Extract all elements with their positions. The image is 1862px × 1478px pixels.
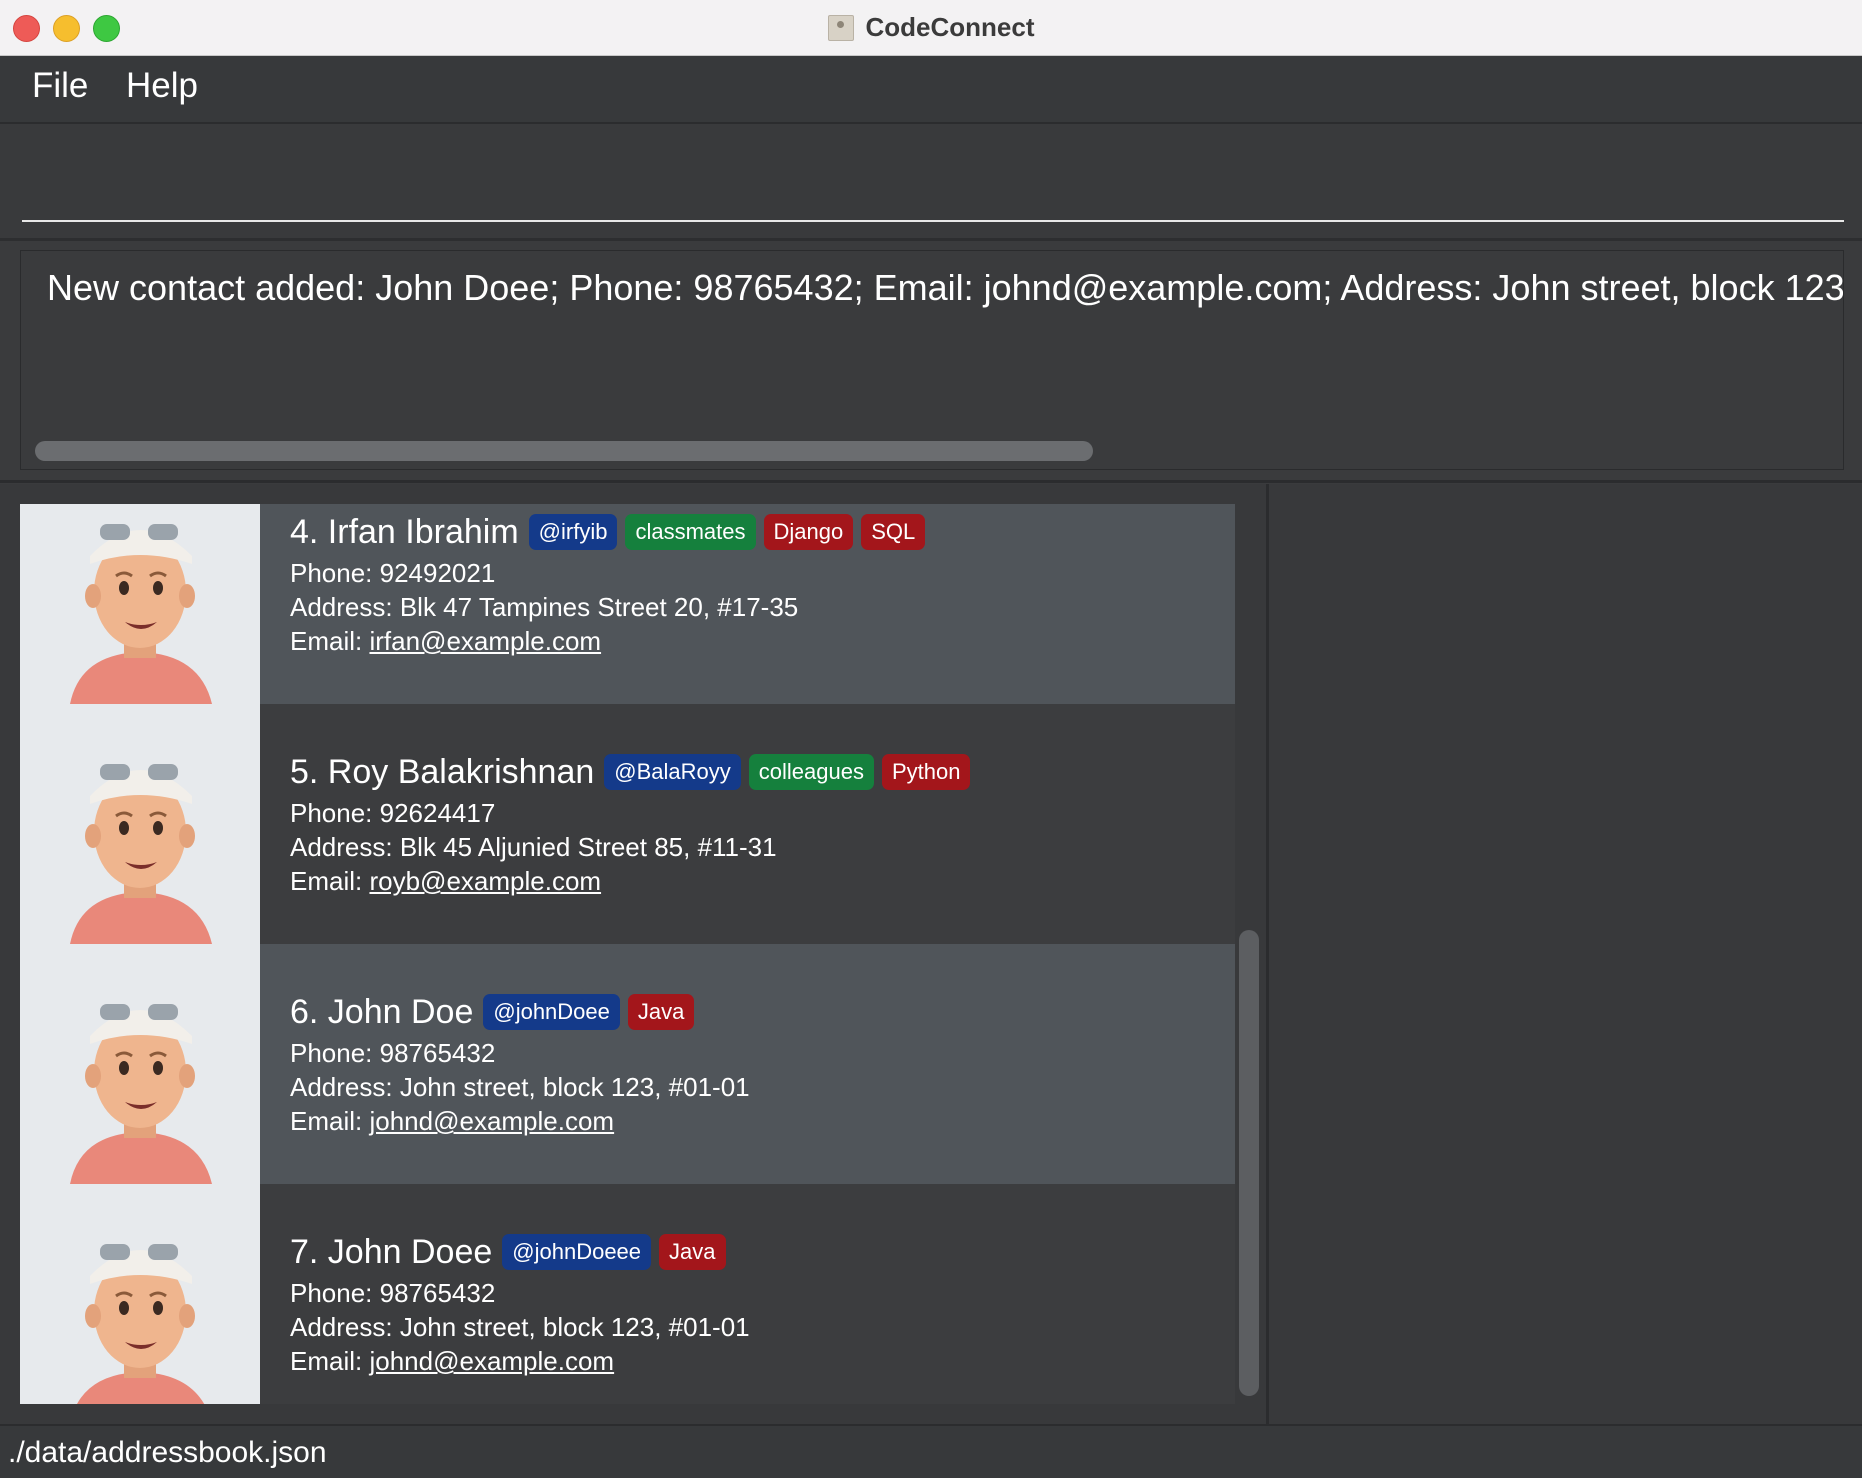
detail-panel — [1269, 484, 1862, 1424]
contact-name-line: 4. Irfan Ibrahim @irfyib classmates Django S… — [290, 508, 933, 556]
contact-email-link[interactable]: johnd@example.com — [369, 1346, 614, 1376]
contact-name: 6. John Doe — [290, 992, 474, 1031]
contact-name-line: 5. Roy Balakrishnan @BalaRoyy colleagues Py… — [290, 748, 978, 796]
window-title: CodeConnect — [865, 12, 1035, 42]
contact-email-link[interactable]: johnd@example.com — [369, 1106, 614, 1136]
github-handle-tag: @johnDoee — [483, 994, 620, 1030]
contact-card[interactable]: 5. Roy Balakrishnan @BalaRoyy colleagues Py… — [20, 704, 1235, 944]
title-wrap: CodeConnect — [0, 0, 1862, 55]
contact-email-line: Email: royb@example.com — [290, 864, 978, 898]
skill-tag: Java — [659, 1234, 726, 1270]
cartoon-avatar-icon — [20, 1184, 260, 1404]
menu-bar: File Help — [0, 56, 1862, 124]
email-label: Email: — [290, 626, 370, 656]
result-horizontal-scrollbar[interactable] — [35, 441, 1093, 461]
contact-phone: Phone: 98765432 — [290, 1038, 496, 1068]
contact-address: Address: John street, block 123, #01-01 — [290, 1312, 750, 1342]
contact-email-line: Email: johnd@example.com — [290, 1104, 750, 1138]
person-list-panel: 4. Irfan Ibrahim @irfyib classmates Django S… — [0, 484, 1269, 1424]
skill-tag: Java — [627, 994, 695, 1030]
title-bar: CodeConnect — [0, 0, 1862, 56]
status-bar: ./data/addressbook.json — [0, 1424, 1862, 1478]
person-list: 4. Irfan Ibrahim @irfyib classmates Django S… — [20, 504, 1235, 1404]
contact-details: 6. John Doe @johnDoee Java Phone: 98765432 A… — [260, 944, 750, 1184]
contact-email-line: Email: johnd@example.com — [290, 1344, 750, 1378]
email-label: Email: — [290, 1346, 370, 1376]
contact-email-link[interactable]: irfan@example.com — [369, 626, 601, 656]
contact-phone: Phone: 92492021 — [290, 558, 496, 588]
contact-details: 5. Roy Balakrishnan @BalaRoyy colleagues Py… — [260, 704, 978, 944]
contact-name: 4. Irfan Ibrahim — [290, 512, 519, 551]
result-message: New contact added: John Doee; Phone: 987… — [47, 267, 1844, 308]
contact-card[interactable]: 4. Irfan Ibrahim @irfyib classmates Django S… — [20, 504, 1235, 704]
divider — [0, 480, 1862, 483]
group-tag: classmates — [625, 514, 756, 550]
cartoon-avatar-icon — [20, 504, 260, 704]
person-list-scrollbar[interactable] — [1239, 930, 1259, 1396]
github-handle-tag: @BalaRoyy — [604, 754, 741, 790]
contact-name: 5. Roy Balakrishnan — [290, 752, 595, 791]
github-handle-tag: @irfyib — [528, 514, 618, 550]
person-list-inner: 4. Irfan Ibrahim @irfyib classmates Django S… — [20, 504, 1235, 1404]
contact-phone: Phone: 98765432 — [290, 1278, 496, 1308]
contact-address: Address: John street, block 123, #01-01 — [290, 1072, 750, 1102]
cartoon-avatar-icon — [20, 944, 260, 1184]
skill-tag: Django — [763, 514, 854, 550]
result-display: New contact added: John Doee; Phone: 987… — [20, 250, 1844, 470]
contact-phone: Phone: 92624417 — [290, 798, 496, 828]
contact-details: 4. Irfan Ibrahim @irfyib classmates Django S… — [260, 504, 933, 704]
contact-name: 7. John Doee — [290, 1232, 493, 1271]
contact-name-line: 6. John Doe @johnDoee Java — [290, 988, 750, 1036]
contact-name-line: 7. John Doee @johnDoeee Java — [290, 1228, 750, 1276]
contact-address: Address: Blk 45 Aljunied Street 85, #11-… — [290, 832, 777, 862]
command-box — [0, 124, 1862, 241]
email-label: Email: — [290, 1106, 370, 1136]
menu-help[interactable]: Help — [126, 66, 198, 106]
address-book-icon — [827, 14, 854, 41]
menu-file[interactable]: File — [32, 66, 88, 106]
contact-address: Address: Blk 47 Tampines Street 20, #17-… — [290, 592, 799, 622]
github-handle-tag: @johnDoeee — [502, 1234, 652, 1270]
skill-tag: SQL — [861, 514, 926, 550]
contact-card[interactable]: 7. John Doee @johnDoeee Java Phone: 9876543… — [20, 1184, 1235, 1404]
contact-email-link[interactable]: royb@example.com — [369, 866, 601, 896]
contact-details: 7. John Doee @johnDoeee Java Phone: 9876543… — [260, 1184, 750, 1404]
save-location: ./data/addressbook.json — [8, 1436, 327, 1469]
email-label: Email: — [290, 866, 370, 896]
cartoon-avatar-icon — [20, 704, 260, 944]
group-tag: colleagues — [748, 754, 874, 790]
contact-email-line: Email: irfan@example.com — [290, 624, 933, 658]
command-input[interactable] — [22, 138, 1844, 222]
skill-tag: Python — [881, 754, 971, 790]
contact-card[interactable]: 6. John Doe @johnDoee Java Phone: 98765432 A… — [20, 944, 1235, 1184]
